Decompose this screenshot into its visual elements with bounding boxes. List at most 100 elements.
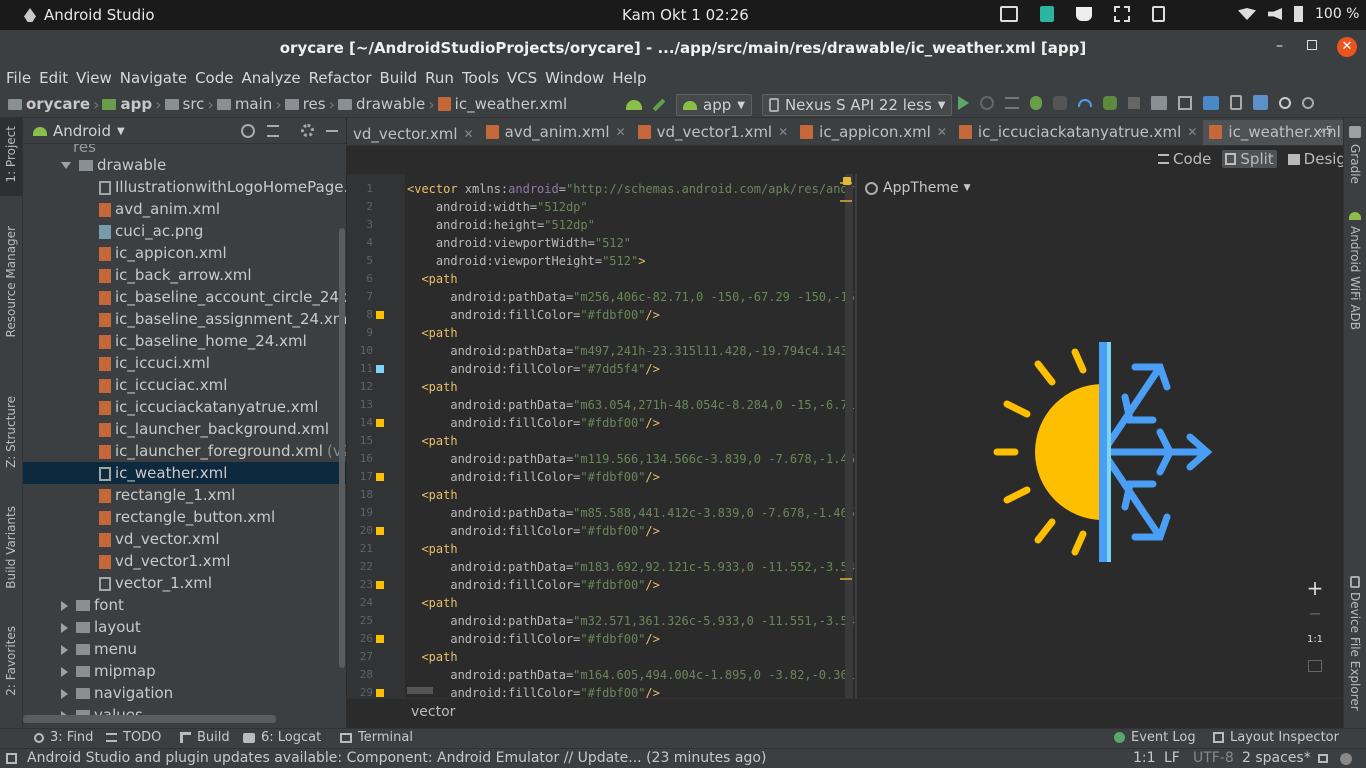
code-line[interactable]: <path bbox=[407, 648, 457, 666]
close-tab-icon[interactable]: ✕ bbox=[616, 125, 626, 139]
code-line[interactable]: android:fillColor="#fdbf00"/> bbox=[407, 414, 660, 432]
error-stripe-mark[interactable] bbox=[840, 578, 852, 580]
menu-view[interactable]: View bbox=[73, 67, 115, 89]
tree-file[interactable]: ic_weather.xml bbox=[23, 462, 346, 484]
code-line[interactable]: <path bbox=[407, 432, 457, 450]
apply-changes-icon[interactable] bbox=[980, 95, 994, 110]
profile-icon[interactable] bbox=[1053, 95, 1067, 110]
gear-icon[interactable] bbox=[301, 124, 314, 137]
editor-tab[interactable]: vd_vector1.xml ✕ bbox=[632, 118, 795, 145]
device-manager-icon[interactable] bbox=[1230, 95, 1242, 110]
tool-terminal[interactable]: Terminal bbox=[340, 730, 413, 745]
breadcrumb-item[interactable]: src bbox=[164, 91, 204, 117]
tree-folder[interactable]: navigation bbox=[23, 682, 346, 704]
chevron-right-icon[interactable] bbox=[61, 622, 68, 633]
more-icon[interactable] bbox=[1302, 96, 1314, 109]
volume-icon[interactable] bbox=[1268, 8, 1282, 20]
tree-file[interactable]: ic_back_arrow.xml bbox=[23, 264, 346, 286]
profiler-gauge-icon[interactable] bbox=[1078, 98, 1092, 107]
tree-file[interactable]: rectangle_1.xml bbox=[23, 484, 346, 506]
coffee-icon[interactable] bbox=[1076, 7, 1092, 21]
menu-code[interactable]: Code bbox=[192, 67, 236, 89]
menu-edit[interactable]: Edit bbox=[36, 67, 71, 89]
code-line[interactable]: android:viewportHeight="512"> bbox=[407, 252, 646, 270]
qr-icon[interactable] bbox=[1114, 6, 1130, 22]
code-line[interactable]: android:fillColor="#fdbf00"/> bbox=[407, 630, 660, 648]
code-line[interactable]: <path bbox=[407, 378, 457, 396]
tree-file[interactable]: ic_launcher_foreground.xml(v24) bbox=[23, 440, 346, 462]
tool-logcat[interactable]: 6: Logcat bbox=[243, 730, 321, 745]
sdk-manager-icon[interactable] bbox=[1203, 95, 1219, 110]
tree-file[interactable]: cuci_ac.png bbox=[23, 220, 346, 242]
breadcrumb-item[interactable]: main bbox=[216, 91, 272, 117]
hide-panel-icon[interactable] bbox=[326, 130, 338, 132]
tool-windows-toggle-icon[interactable] bbox=[6, 753, 17, 764]
attach-debugger-icon[interactable] bbox=[1103, 95, 1117, 110]
menu-window[interactable]: Window bbox=[542, 67, 607, 89]
android-run-icon[interactable] bbox=[626, 100, 642, 110]
tree-file[interactable]: ic_launcher_background.xml bbox=[23, 418, 346, 440]
apply-code-icon[interactable] bbox=[1005, 96, 1019, 109]
tree-file[interactable]: ic_appicon.xml bbox=[23, 242, 346, 264]
zoom-to-fit-icon[interactable] bbox=[1308, 660, 1322, 672]
editor-tab[interactable]: vd_vector.xml ✕ bbox=[347, 120, 480, 145]
code-line[interactable]: <path bbox=[407, 486, 457, 504]
menu-refactor[interactable]: Refactor bbox=[306, 67, 375, 89]
tool-event-log[interactable]: Event Log bbox=[1114, 730, 1196, 745]
tool-todo[interactable]: TODO bbox=[106, 730, 161, 745]
hector-icon[interactable] bbox=[1340, 753, 1352, 765]
color-swatch-icon[interactable] bbox=[376, 527, 384, 535]
tree-folder[interactable]: font bbox=[23, 594, 346, 616]
close-tab-icon[interactable]: ✕ bbox=[464, 127, 474, 141]
code-line[interactable]: android:fillColor="#fdbf00"/> bbox=[407, 576, 660, 594]
tree-file[interactable]: rectangle_button.xml bbox=[23, 506, 346, 528]
tool-tab-wifi-adb[interactable]: Android WiFi ADB bbox=[1348, 226, 1362, 330]
code-line[interactable]: <path bbox=[407, 594, 457, 612]
split-mode-button[interactable]: Split bbox=[1222, 150, 1277, 168]
breadcrumb-item[interactable]: drawable bbox=[338, 91, 425, 117]
code-line[interactable]: android:fillColor="#7dd5f4"/> bbox=[407, 360, 660, 378]
code-scroll-track[interactable] bbox=[845, 174, 853, 698]
breadcrumb-item[interactable]: orycare bbox=[8, 91, 90, 117]
code-hscroll-thumb[interactable] bbox=[407, 687, 433, 694]
tree-file[interactable]: vd_vector1.xml bbox=[23, 550, 346, 572]
tool-find[interactable]: 3: Find bbox=[34, 730, 93, 745]
battery-icon[interactable] bbox=[1294, 6, 1303, 22]
code-line[interactable]: android:pathData="m32.571,361.326c-5.933… bbox=[407, 612, 855, 630]
color-swatch-icon[interactable] bbox=[376, 365, 384, 373]
tree-file[interactable]: ic_baseline_home_24.xml bbox=[23, 330, 346, 352]
chevron-right-icon[interactable] bbox=[61, 666, 68, 677]
layout-inspector-icon[interactable] bbox=[1253, 95, 1268, 110]
code-line[interactable]: <path bbox=[407, 540, 457, 558]
indent-setting[interactable]: 2 spaces* bbox=[1242, 750, 1311, 766]
sync-project-icon[interactable] bbox=[1151, 95, 1167, 110]
tool-tab-project[interactable]: 1: Project bbox=[4, 126, 18, 183]
code-line[interactable]: android:fillColor="#fdbf00"/> bbox=[407, 522, 660, 540]
code-line[interactable]: android:pathData="m63.054,271h-48.054c-8… bbox=[407, 396, 855, 414]
color-swatch-icon[interactable] bbox=[376, 311, 384, 319]
code-line[interactable]: android:pathData="m256,406c-82.71,0 -150… bbox=[407, 288, 855, 306]
code-mode-button[interactable]: Code bbox=[1155, 150, 1214, 168]
tree-file[interactable]: avd_anim.xml bbox=[23, 198, 346, 220]
chevron-right-icon[interactable] bbox=[61, 600, 68, 611]
code-line[interactable]: android:fillColor="#fdbf00"/> bbox=[407, 306, 660, 324]
tree-folder[interactable]: mipmap bbox=[23, 660, 346, 682]
editor-tab[interactable]: ic_appicon.xml ✕ bbox=[794, 118, 953, 145]
tool-tab-gradle[interactable]: Gradle bbox=[1348, 144, 1362, 184]
code-line[interactable]: android:width="512dp" bbox=[407, 198, 588, 216]
editor-tab[interactable]: avd_anim.xml ✕ bbox=[480, 118, 632, 145]
chevron-right-icon[interactable] bbox=[61, 688, 68, 699]
color-swatch-icon[interactable] bbox=[376, 581, 384, 589]
window-title-bar[interactable]: orycare [~/AndroidStudioProjects/orycare… bbox=[0, 30, 1366, 66]
lock-icon[interactable] bbox=[1318, 754, 1328, 763]
menu-tools[interactable]: Tools bbox=[459, 67, 502, 89]
editor-breadcrumb-item[interactable]: vector bbox=[411, 704, 455, 720]
tree-folder[interactable]: drawable bbox=[23, 154, 346, 176]
tool-tab-device-file-explorer[interactable]: Device File Explorer bbox=[1348, 592, 1362, 711]
tree-file[interactable]: ic_baseline_assignment_24.xml bbox=[23, 308, 346, 330]
status-message[interactable]: Android Studio and plugin updates availa… bbox=[27, 750, 766, 766]
stop-icon[interactable] bbox=[1128, 96, 1140, 109]
menu-run[interactable]: Run bbox=[422, 67, 457, 89]
minimize-button[interactable]: – bbox=[1276, 38, 1283, 54]
hammer-icon[interactable] bbox=[649, 95, 669, 115]
